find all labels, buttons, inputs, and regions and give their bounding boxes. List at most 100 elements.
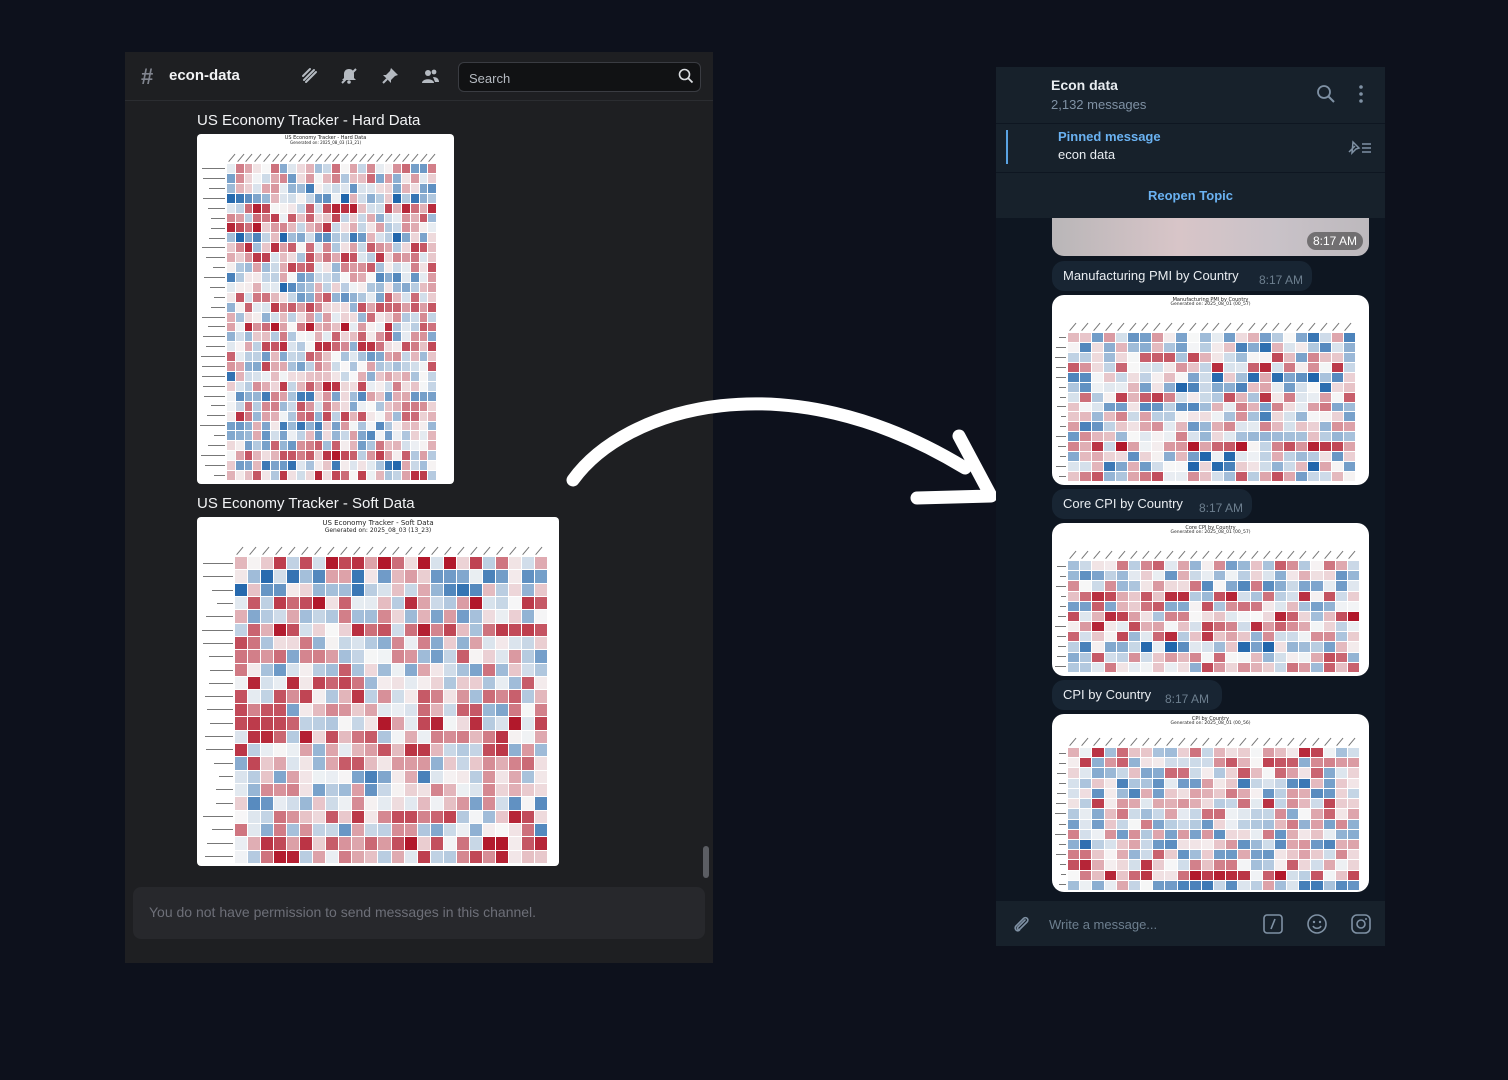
heatmap-cell — [391, 823, 404, 837]
heatmap-cell — [1335, 642, 1347, 652]
heatmap-cell — [1189, 591, 1201, 601]
heatmap-cell — [1274, 748, 1286, 758]
heatmap-cell — [297, 292, 305, 302]
heatmap-cell — [469, 690, 482, 703]
mute-icon[interactable] — [339, 66, 359, 86]
heatmap-cell — [248, 810, 261, 823]
commands-icon[interactable] — [1262, 913, 1284, 935]
message-input[interactable] — [1047, 913, 1251, 935]
heatmap-column-label-mark — [1129, 736, 1141, 747]
heatmap-cell — [358, 352, 366, 362]
instagram-icon[interactable] — [1350, 913, 1372, 935]
cpi-heatmap-image[interactable]: CPI by Country Generated on: 2025_08_01 … — [1052, 714, 1369, 892]
heatmap-cell — [262, 332, 270, 342]
caption-bubble[interactable]: CPI by Country 8:17 AM — [1052, 680, 1222, 710]
heatmap-cell — [1153, 662, 1165, 672]
caption-bubble[interactable]: Core CPI by Country 8:17 AM — [1052, 489, 1252, 519]
heatmap-cell — [1128, 392, 1139, 402]
core-cpi-heatmap-image[interactable]: Core CPI by Country Generated on: 2025_0… — [1052, 523, 1369, 676]
heatmap-cell — [521, 810, 534, 823]
threads-icon[interactable] — [300, 66, 320, 86]
heatmap-cell — [1287, 601, 1299, 611]
search-icon[interactable] — [678, 68, 694, 84]
heatmap-cell — [1284, 442, 1295, 452]
heatmap-cell — [384, 352, 393, 362]
heatmap-cell — [270, 312, 279, 322]
heatmap-cell — [235, 223, 244, 233]
reopen-topic-button[interactable]: Reopen Topic — [996, 172, 1385, 219]
heatmap-cell — [393, 292, 401, 302]
heatmap-cell — [419, 253, 428, 263]
heatmap-cell — [326, 623, 339, 637]
previous-image-message[interactable]: 8:17 AM — [1052, 218, 1369, 256]
soft-data-heatmap-image[interactable]: US Economy Tracker - Soft Data Generated… — [197, 517, 559, 866]
heatmap-cell — [534, 810, 547, 823]
heatmap-cell — [1201, 632, 1213, 642]
heatmap-cell — [1080, 870, 1092, 880]
heatmap-cell — [287, 663, 300, 677]
heatmap-cell — [1236, 392, 1247, 402]
heatmap-cell — [279, 401, 288, 411]
heatmap-column-label-mark — [1176, 321, 1188, 332]
heatmap-cell — [326, 757, 339, 770]
heatmap-cell — [314, 431, 323, 441]
heatmap-cell — [384, 243, 393, 253]
unpin-list-icon[interactable] — [1345, 138, 1373, 158]
heatmap-cell — [1272, 402, 1283, 412]
pin-icon[interactable] — [380, 66, 400, 86]
more-icon[interactable] — [1351, 84, 1371, 104]
members-icon[interactable] — [420, 66, 440, 86]
attach-icon[interactable] — [1010, 913, 1032, 935]
chat-title[interactable]: Econ data — [1051, 77, 1118, 93]
pmi-heatmap-image[interactable]: Manufacturing PMI by Country Generated o… — [1052, 295, 1369, 485]
heatmap-cell — [1299, 809, 1311, 819]
heatmap-cell — [1299, 829, 1311, 839]
heatmap-cell — [1128, 748, 1140, 758]
heatmap-cell — [1335, 768, 1347, 778]
heatmap-cell — [1212, 372, 1223, 382]
heatmap-cell — [1164, 382, 1175, 392]
heatmap-cell — [1250, 839, 1262, 850]
heatmap-cell — [1201, 571, 1213, 581]
heatmap-cell — [1068, 601, 1080, 611]
heatmap-cell — [1152, 432, 1163, 442]
heatmap-cell — [1299, 758, 1311, 768]
heatmap-cell — [393, 342, 401, 352]
heatmap-cell — [1212, 442, 1223, 452]
caption-bubble[interactable]: Manufacturing PMI by Country 8:17 AM — [1052, 261, 1312, 291]
heatmap-cell — [1262, 758, 1274, 768]
heatmap-cell — [262, 203, 270, 213]
heatmap-cell — [1092, 768, 1104, 778]
pinned-message-bar[interactable]: Pinned message econ data — [996, 123, 1385, 172]
search-icon[interactable] — [1316, 84, 1336, 104]
heatmap-cell — [1140, 342, 1151, 352]
heatmap-cell — [1188, 333, 1199, 342]
heatmap-cell — [323, 282, 331, 292]
heatmap-cell — [288, 431, 296, 441]
search-input[interactable] — [467, 67, 671, 89]
heatmap-cell — [279, 352, 288, 362]
heatmap-cell — [1201, 758, 1213, 768]
heatmap-cell — [1128, 799, 1140, 809]
heatmap-cell — [262, 243, 270, 253]
heatmap-cell — [1238, 850, 1250, 860]
heatmap-cell — [279, 193, 288, 203]
heatmap-cell — [270, 203, 279, 213]
heatmap-column-label-mark — [1262, 736, 1274, 747]
emoji-icon[interactable] — [1306, 913, 1328, 935]
heatmap-cell — [1260, 412, 1271, 422]
heatmap-cell — [274, 810, 287, 823]
heatmap-cell — [508, 690, 521, 703]
heatmap-cell — [521, 623, 534, 637]
heatmap-cell — [300, 677, 313, 690]
search-box[interactable] — [458, 62, 701, 92]
heatmap-cell — [1080, 829, 1092, 839]
channel-name: econ-data — [169, 67, 240, 84]
heatmap-cell — [1189, 768, 1201, 778]
hard-data-heatmap-image[interactable]: US Economy Tracker - Hard Data Generated… — [197, 134, 454, 484]
heatmap-cell — [300, 810, 313, 823]
heatmap-cell — [1188, 422, 1199, 432]
scrollbar-thumb[interactable] — [703, 846, 709, 878]
heatmap-cell — [367, 292, 375, 302]
heatmap-cell — [1320, 402, 1331, 412]
